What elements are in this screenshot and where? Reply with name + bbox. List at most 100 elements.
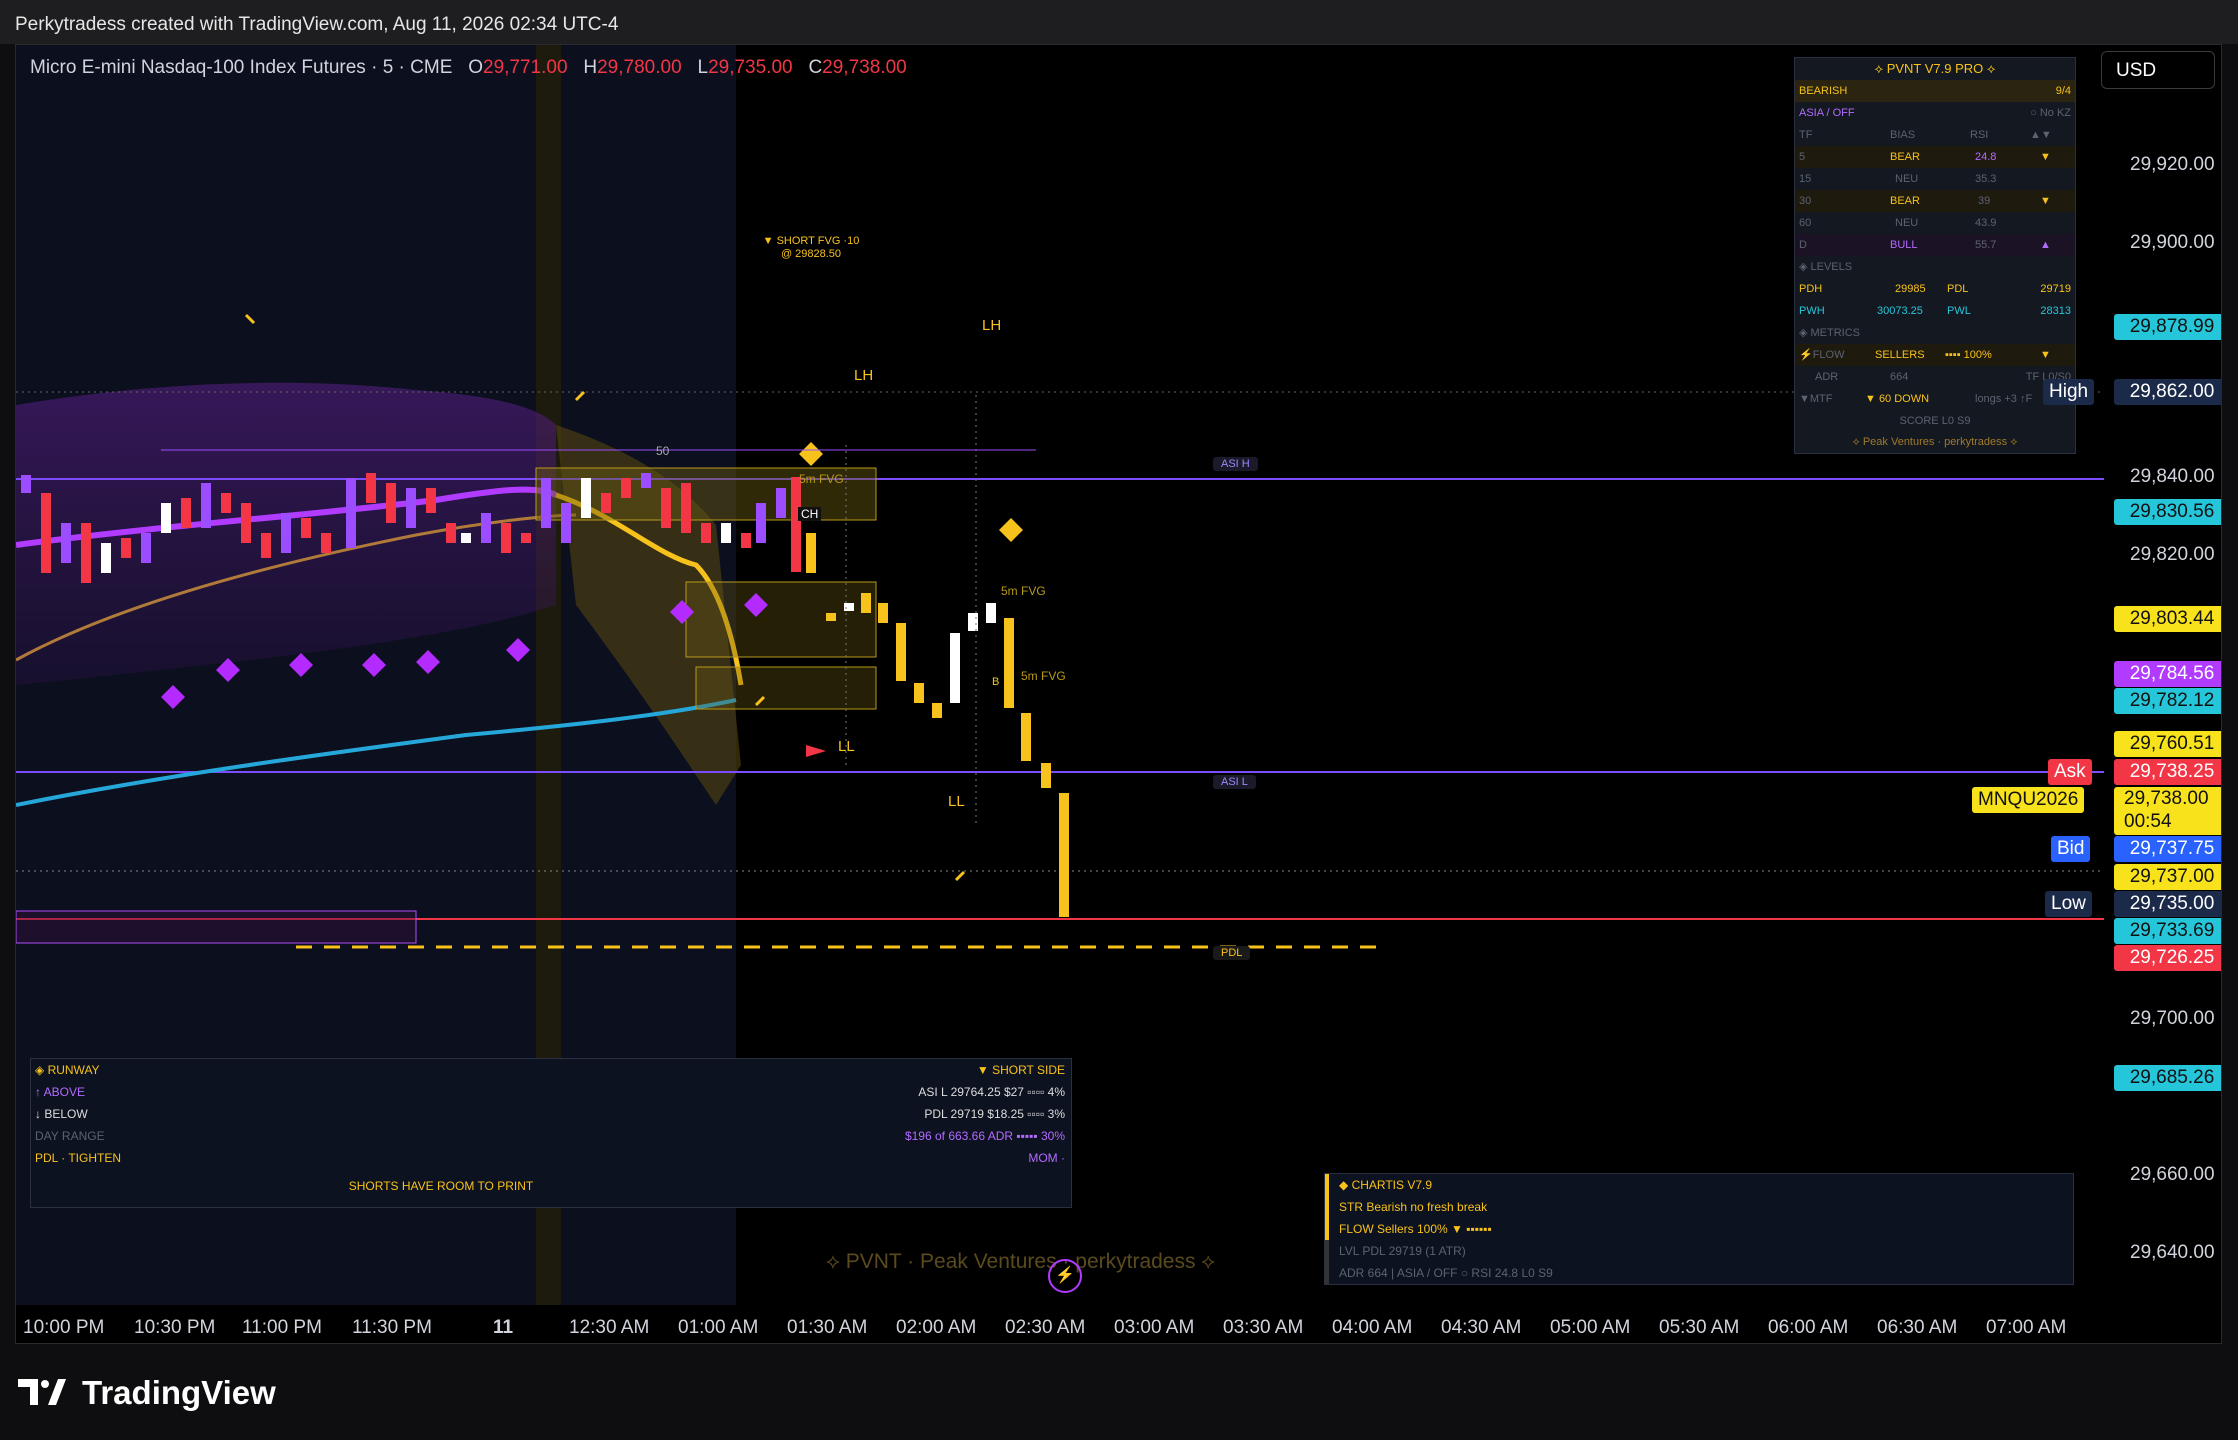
price-tick: 29,920.00 xyxy=(2130,154,2215,175)
chart-frame[interactable]: ▼ SHORT FVG ·10 @ 29828.50 LH LH LL LL 5… xyxy=(15,44,2222,1344)
runway-range-label: DAY RANGE xyxy=(35,1129,105,1143)
fvg-label: 5m FVG xyxy=(799,472,844,486)
price-tick: 29,640.00 xyxy=(2130,1242,2215,1263)
pvnt-tf-row: 60 NEU 43.9 xyxy=(1799,217,1997,229)
price-tag: 29,830.56 xyxy=(2114,499,2221,525)
pvnt-adr-row: ADR 664 TF L0/S0 xyxy=(1815,371,2071,383)
ohlc-high: H29,780.00 xyxy=(583,57,682,78)
fifty-label: 50 xyxy=(656,444,670,458)
price-tick: 29,660.00 xyxy=(2130,1164,2215,1185)
runway-side: ▼ SHORT SIDE xyxy=(976,1063,1065,1077)
chartis-flow: FLOW Sellers 100% ▼ ▪▪▪▪▪▪ xyxy=(1339,1222,1492,1236)
pvnt-state-row: BEARISH 9/4 xyxy=(1795,80,2075,102)
runway-title: ◈ RUNWAY xyxy=(35,1063,100,1077)
ask-tag: 29,738.25 xyxy=(2114,759,2221,785)
price-tick: 29,900.00 xyxy=(2130,232,2215,253)
pvnt-mtf-row: ▼MTF ▼ 60 DOWN longs +3 ↑F xyxy=(1799,393,2033,405)
runway-above: ASI L 29764.25 $27 ▫▫▫▫ 4% xyxy=(918,1085,1065,1099)
pvnt-footer: ⟡ Peak Ventures · perkytradess ⟡ xyxy=(1852,436,2018,448)
price-tag: 29,726.25 xyxy=(2114,945,2221,971)
asi-h-label: ASI H xyxy=(1213,457,1258,471)
pvnt-tf-row: 15 NEU 35.3 xyxy=(1799,173,1997,185)
price-tag: 29,803.44 xyxy=(2114,606,2221,632)
watermark-text: ⟡ PVNT · Peak Ventures · perkytradess ⟡ xyxy=(826,1250,1216,1273)
pvnt-tf-row: 5 BEAR 24.8 ▼ xyxy=(1795,146,2075,168)
runway-below-label: ↓ BELOW xyxy=(35,1107,88,1121)
asi-l-label: ASI L xyxy=(1213,775,1256,789)
lh-label: LH xyxy=(982,317,1002,334)
price-tag: 29,784.56 xyxy=(2114,661,2221,687)
lh-label: LH xyxy=(854,367,874,384)
pvnt-panel: ⟡ PVNT V7.9 PRO ⟡ BEARISH 9/4 ASIA / OFF… xyxy=(1794,57,2076,454)
symbol-code-label: MNQU2026 xyxy=(1972,787,2085,813)
pvnt-levels-header: ◈ LEVELS xyxy=(1799,261,1853,273)
pvnt-tf-row: 30 BEAR 39 ▼ xyxy=(1795,190,2075,212)
price-tag: 29,733.69 xyxy=(2114,918,2221,944)
credit-text: Perkytradess created with TradingView.co… xyxy=(15,14,619,35)
pdl-label: PDL xyxy=(1213,946,1251,960)
ohlc-close: C29,738.00 xyxy=(808,57,907,78)
tradingview-brand[interactable]: TradingView xyxy=(18,1368,276,1418)
pvnt-levels-row: PDH 29985 PDL 29719 xyxy=(1799,283,2071,295)
chartis-panel: ◆ CHARTIS V7.9 STR Bearish no fresh brea… xyxy=(1324,1173,2074,1285)
pvnt-header-row: TF BIAS RSI ▲▼ xyxy=(1799,129,2052,141)
ch-label: CH xyxy=(798,507,822,521)
short-fvg-price: @ 29828.50 xyxy=(780,248,842,260)
price-tag: 29,782.12 xyxy=(2114,688,2221,714)
red-flag xyxy=(806,745,826,757)
runway-message: SHORTS HAVE ROOM TO PRINT xyxy=(348,1179,534,1193)
time-axis[interactable]: 10:00 PM 10:30 PM 11:00 PM 11:30 PM 11 1… xyxy=(16,1305,2104,1343)
pvnt-kz: ○ No KZ xyxy=(2030,107,2071,119)
price-tag: 29,878.99 xyxy=(2114,314,2221,340)
bid-tag: 29,737.75 xyxy=(2114,836,2221,862)
pvnt-metrics-header: ◈ METRICS xyxy=(1799,327,1861,339)
price-tick: 29,820.00 xyxy=(2130,544,2215,565)
pvnt-tf-row: D BULL 55.7 ▲ xyxy=(1795,234,2075,256)
pvnt-state-count: 9/4 xyxy=(2055,85,2071,97)
runway-panel: ◈ RUNWAY ▼ SHORT SIDE ↑ ABOVE ASI L 2976… xyxy=(30,1058,1072,1208)
price-scale[interactable]: 29,920.00 29,900.00 29,840.00 29,820.00 … xyxy=(2104,45,2221,1343)
ll-label: LL xyxy=(838,738,855,755)
credit-bar: Perkytradess created with TradingView.co… xyxy=(0,0,2238,44)
price-tag: 29,685.26 xyxy=(2114,1065,2221,1091)
ohlc-low: L29,735.00 xyxy=(697,57,793,78)
pvnt-state: BEARISH xyxy=(1799,85,1848,97)
pvnt-levels-row: PWH 30073.25 PWL 28313 xyxy=(1799,305,2071,317)
pvnt-session-row: ASIA / OFF ○ No KZ xyxy=(1795,102,2075,124)
runway-range: $196 of 663.66 ADR ▪▪▪▪▪ 30% xyxy=(904,1129,1065,1143)
price-tick: 29,840.00 xyxy=(2130,466,2215,487)
pvnt-title: ⟡ PVNT V7.9 PRO ⟡ xyxy=(1874,61,1996,76)
chartis-adr: ADR 664 | ASIA / OFF ○ RSI 24.8 L0 S9 xyxy=(1339,1266,1553,1280)
pvnt-score: SCORE L0 S9 xyxy=(1899,415,1971,427)
runway-pdl: PDL · TIGHTEN xyxy=(35,1151,122,1165)
ask-label: Ask xyxy=(2048,759,2092,785)
symbol-name[interactable]: Micro E-mini Nasdaq-100 Index Futures · … xyxy=(30,57,452,78)
fvg-box-3 xyxy=(695,666,877,710)
chartis-str: STR Bearish no fresh break xyxy=(1339,1200,1488,1214)
runway-below: PDL 29719 $18.25 ▫▫▫▫ 3% xyxy=(924,1107,1065,1121)
chartis-lvl: LVL PDL 29719 (1 ATR) xyxy=(1339,1244,1466,1258)
pvnt-session: ASIA / OFF xyxy=(1799,107,1855,119)
symbol-legend[interactable]: Micro E-mini Nasdaq-100 Index Futures · … xyxy=(30,57,907,79)
ll-label: LL xyxy=(948,793,965,810)
tradingview-logo-icon xyxy=(18,1379,66,1405)
price-tag: 29,737.00 xyxy=(2114,864,2221,890)
short-fvg-label: ▼ SHORT FVG ·10 @ 29828.50 xyxy=(751,235,871,261)
pdl-zone xyxy=(16,910,417,944)
lightning-icon[interactable]: ⚡ xyxy=(1048,1259,1082,1293)
bid-label: Bid xyxy=(2051,836,2091,862)
last-price-tag: 29,738.00 00:54 xyxy=(2114,787,2221,835)
high-label: High xyxy=(2043,379,2095,405)
brand-text: TradingView xyxy=(82,1374,276,1411)
ohlc-open: O29,771.00 xyxy=(468,57,568,78)
runway-mom: MOM · xyxy=(1028,1151,1065,1165)
fvg-box-2 xyxy=(685,581,877,658)
low-tag: 29,735.00 xyxy=(2114,891,2221,917)
broom-icon xyxy=(954,870,966,882)
price-tag: 29,760.51 xyxy=(2114,731,2221,757)
chartis-title: ◆ CHARTIS V7.9 xyxy=(1339,1178,1433,1192)
fvg-label: 5m FVG xyxy=(1021,669,1066,683)
high-tag: 29,862.00 xyxy=(2114,379,2221,405)
short-fvg-title: ▼ SHORT FVG ·10 xyxy=(762,235,860,247)
fvg-label: 5m FVG xyxy=(1001,584,1046,598)
